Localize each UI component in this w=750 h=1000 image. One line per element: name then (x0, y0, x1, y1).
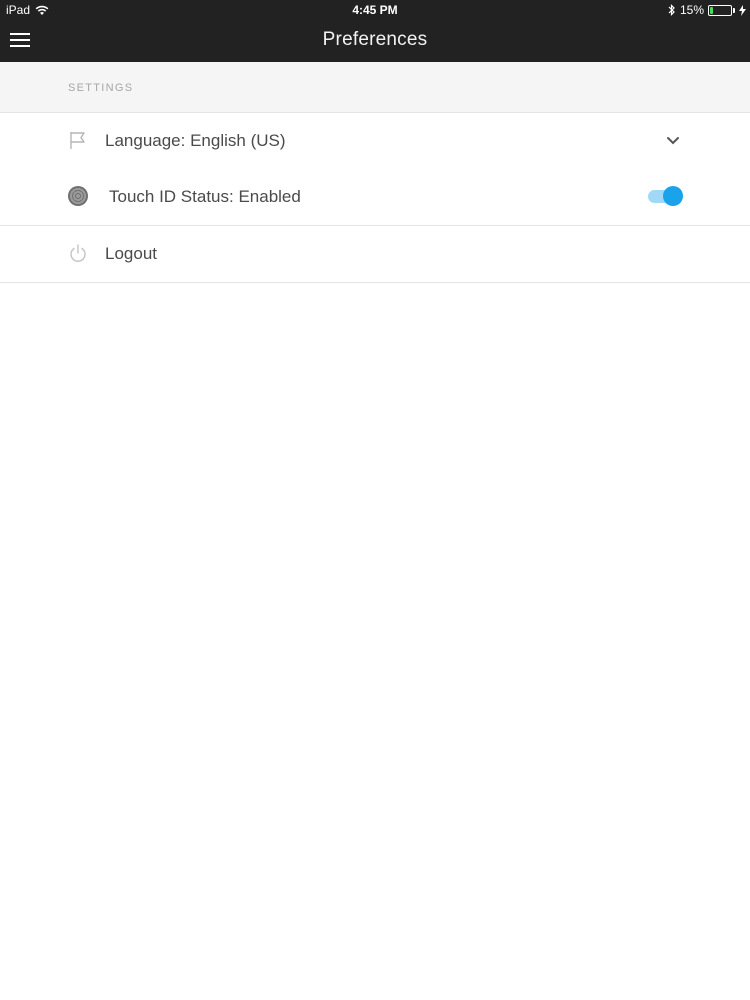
status-bar: iPad 4:45 PM 15% (0, 0, 750, 20)
battery-level (710, 6, 713, 14)
page-title: Preferences (322, 29, 428, 50)
language-label: Language: English (US) (105, 131, 286, 150)
toggle-knob (663, 186, 683, 206)
battery-percent: 15% (679, 3, 704, 17)
touch-id-label: Touch ID Status: Enabled (109, 187, 301, 206)
logout-label: Logout (105, 244, 157, 263)
status-right: 15% (668, 3, 746, 17)
charging-icon (739, 4, 746, 16)
navigation-bar: Preferences (0, 20, 750, 62)
logout-row[interactable]: Logout (0, 226, 750, 283)
chevron-down-icon[interactable] (663, 131, 683, 151)
settings-section-header: SETTINGS (0, 62, 750, 113)
section-label: SETTINGS (68, 82, 134, 94)
status-time: 4:45 PM (352, 3, 398, 17)
flag-icon (70, 132, 85, 149)
battery-icon (708, 4, 732, 16)
touch-id-row: Touch ID Status: Enabled (0, 169, 750, 226)
top-bar: iPad 4:45 PM 15% Preferences (0, 0, 750, 62)
power-icon (70, 244, 86, 262)
bluetooth-icon (668, 4, 675, 16)
language-row[interactable]: Language: English (US) (0, 113, 750, 170)
battery-cap (733, 7, 735, 13)
fingerprint-icon (68, 186, 88, 206)
touch-id-toggle[interactable] (648, 184, 684, 208)
